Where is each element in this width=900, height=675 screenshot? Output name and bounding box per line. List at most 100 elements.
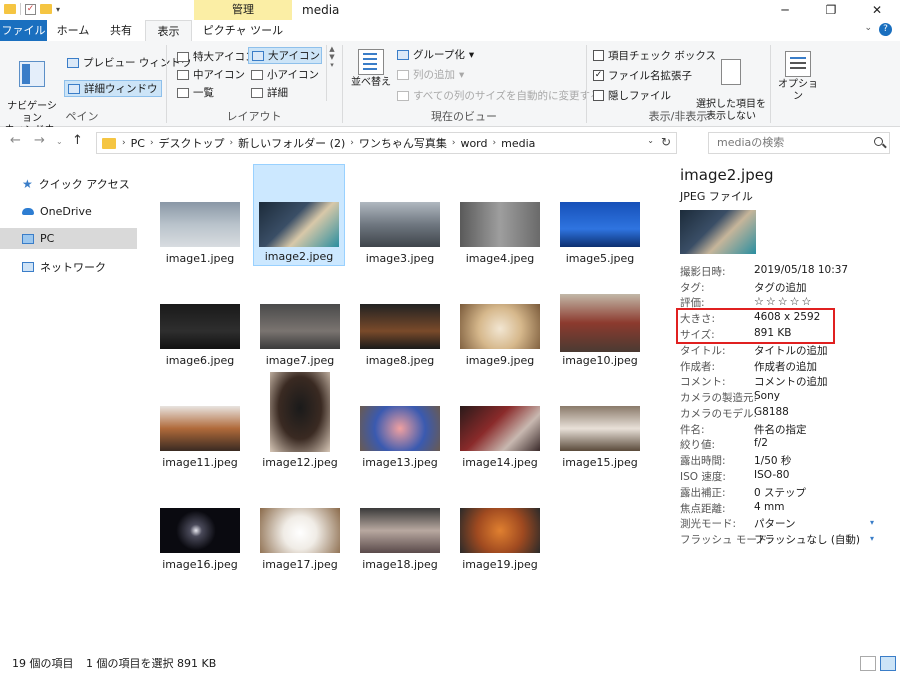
property-value[interactable]: 件名の指定 — [754, 422, 807, 438]
thumbnail — [259, 202, 339, 247]
breadcrumb-media[interactable]: media — [496, 137, 540, 150]
property-value: Sony — [754, 390, 780, 402]
layout-large-icons[interactable]: 大アイコン — [248, 47, 322, 64]
file-item[interactable]: image19.jpeg — [454, 471, 546, 573]
tab-home[interactable]: ホーム — [48, 20, 98, 41]
search-input[interactable]: mediaの検索 — [708, 132, 890, 154]
nav-item-pc[interactable]: PC — [0, 228, 137, 249]
item-count: 19 個の項目 — [12, 657, 74, 670]
file-item[interactable]: image10.jpeg — [554, 267, 646, 369]
new-folder-icon[interactable] — [40, 4, 52, 14]
help-icon[interactable]: ? — [879, 23, 892, 36]
file-extensions-label: ファイル名拡張子 — [608, 70, 692, 82]
breadcrumb-new-folder[interactable]: 新しいフォルダー (2) — [233, 135, 350, 151]
property-row: 測光モード: パターン — [680, 516, 890, 532]
details-pane-button[interactable]: 詳細ウィンドウ — [64, 80, 162, 97]
file-item[interactable]: image9.jpeg — [454, 267, 546, 369]
add-columns-button[interactable]: 列の追加 ▾ — [394, 66, 467, 83]
large-icons-view-icon[interactable] — [880, 656, 896, 671]
file-name: image3.jpeg — [365, 252, 435, 265]
up-arrow-icon[interactable]: ↑ — [72, 133, 83, 148]
tab-file[interactable]: ファイル — [0, 20, 47, 41]
file-item[interactable]: image16.jpeg — [154, 471, 246, 573]
forward-arrow-icon[interactable]: → — [34, 133, 45, 148]
file-item[interactable]: image1.jpeg — [154, 165, 246, 267]
layout-extra-large-icons[interactable]: 特大アイコン — [174, 48, 258, 65]
checkbox-unchecked[interactable] — [593, 50, 604, 61]
property-value[interactable]: パターン — [754, 516, 795, 532]
file-item[interactable]: image3.jpeg — [354, 165, 446, 267]
properties-icon[interactable]: ✓ — [25, 3, 36, 15]
property-row: コメント: コメントの追加 — [680, 374, 890, 390]
checkbox-unchecked[interactable] — [593, 90, 604, 101]
file-item[interactable]: image13.jpeg — [354, 369, 446, 471]
chevron-down-icon[interactable]: ▾ — [870, 534, 874, 543]
property-value[interactable]: フラッシュなし (自動) — [754, 532, 860, 548]
nav-item-label: PC — [40, 232, 55, 245]
file-item[interactable]: image18.jpeg — [354, 471, 446, 573]
group-by-button[interactable]: グループ化 ▾ — [394, 46, 477, 63]
layout-medium-icons[interactable]: 中アイコン — [174, 66, 248, 83]
close-button[interactable]: ✕ — [854, 0, 900, 20]
recent-locations-icon[interactable]: ⌄ — [56, 137, 63, 146]
file-item[interactable]: image15.jpeg — [554, 369, 646, 471]
navigation-pane: ★ クイック アクセス OneDrive PC ネットワーク — [0, 157, 138, 653]
thumbnail — [360, 406, 440, 451]
file-item[interactable]: image5.jpeg — [554, 165, 646, 267]
nav-item-network[interactable]: ネットワーク — [0, 256, 137, 277]
tab-share[interactable]: 共有 — [98, 20, 144, 41]
file-item[interactable]: image4.jpeg — [454, 165, 546, 267]
file-item[interactable]: image2.jpeg — [253, 164, 345, 266]
file-name: image14.jpeg — [462, 456, 538, 469]
breadcrumb-pc[interactable]: PC — [126, 137, 150, 150]
address-bar[interactable]: › PC › デスクトップ › 新しいフォルダー (2) › ワンちゃん写真集 … — [96, 132, 677, 154]
details-file-type: JPEG ファイル — [680, 190, 753, 203]
hidden-items-toggle[interactable]: 隠しファイル — [590, 87, 674, 104]
file-item[interactable]: image17.jpeg — [254, 471, 346, 573]
file-item[interactable]: image7.jpeg — [254, 267, 346, 369]
layout-scroll-control[interactable]: ▲ ▼ ▾ — [326, 45, 337, 101]
status-bar: 19 個の項目 1 個の項目を選択 891 KB — [0, 653, 900, 675]
refresh-icon[interactable]: ↻ — [661, 135, 671, 149]
details-pane-label: 詳細ウィンドウ — [84, 83, 158, 95]
tab-picture-tools[interactable]: ピクチャ ツール — [194, 20, 292, 41]
checkbox-checked[interactable]: ✓ — [593, 70, 604, 81]
separator — [586, 45, 587, 123]
property-value[interactable]: タグの追加 — [754, 280, 807, 296]
property-value[interactable]: 作成者の追加 — [754, 359, 817, 375]
collapse-ribbon-icon[interactable]: ⌄ — [864, 23, 872, 33]
size-all-columns-button[interactable]: すべての列のサイズを自動的に変更する — [394, 87, 604, 104]
file-item[interactable]: image8.jpeg — [354, 267, 446, 369]
file-name: image2.jpeg — [264, 250, 334, 263]
customize-qa-icon[interactable]: ▾ — [56, 5, 60, 14]
property-value[interactable]: タイトルの追加 — [754, 343, 828, 359]
thumbnail — [560, 294, 640, 352]
file-extensions-toggle[interactable]: ✓ ファイル名拡張子 — [590, 67, 695, 84]
property-row: ISO 速度: ISO-80 — [680, 469, 890, 485]
file-item[interactable]: image11.jpeg — [154, 369, 246, 471]
file-item[interactable]: image14.jpeg — [454, 369, 546, 471]
size-columns-label: すべての列のサイズを自動的に変更する — [413, 90, 601, 102]
layout-list[interactable]: 一覧 — [174, 84, 217, 101]
chevron-down-icon[interactable]: ⌄ — [647, 136, 654, 145]
layout-small-icons[interactable]: 小アイコン — [248, 66, 322, 83]
breadcrumb-dog-photos[interactable]: ワンちゃん写真集 — [354, 135, 452, 151]
file-item[interactable]: image12.jpeg — [254, 369, 346, 471]
nav-item-onedrive[interactable]: OneDrive — [0, 201, 137, 222]
property-row: 作成者: 作成者の追加 — [680, 359, 890, 375]
tab-view[interactable]: 表示 — [145, 20, 192, 42]
breadcrumb-word[interactable]: word — [455, 137, 492, 150]
minimize-button[interactable]: ─ — [762, 0, 808, 20]
back-arrow-icon[interactable]: ← — [10, 133, 21, 148]
property-value[interactable]: コメントの追加 — [754, 374, 828, 390]
sort-by-button[interactable]: 並べ替え — [348, 49, 394, 89]
file-item[interactable]: image6.jpeg — [154, 267, 246, 369]
separator — [342, 45, 343, 123]
layout-details[interactable]: 詳細 — [248, 84, 291, 101]
details-view-icon[interactable] — [860, 656, 876, 671]
nav-item-quick-access[interactable]: ★ クイック アクセス — [0, 173, 137, 194]
options-button[interactable]: オプション — [776, 51, 820, 103]
breadcrumb-desktop[interactable]: デスクトップ — [154, 135, 230, 151]
maximize-button[interactable]: ❐ — [808, 0, 854, 20]
chevron-down-icon[interactable]: ▾ — [870, 518, 874, 527]
